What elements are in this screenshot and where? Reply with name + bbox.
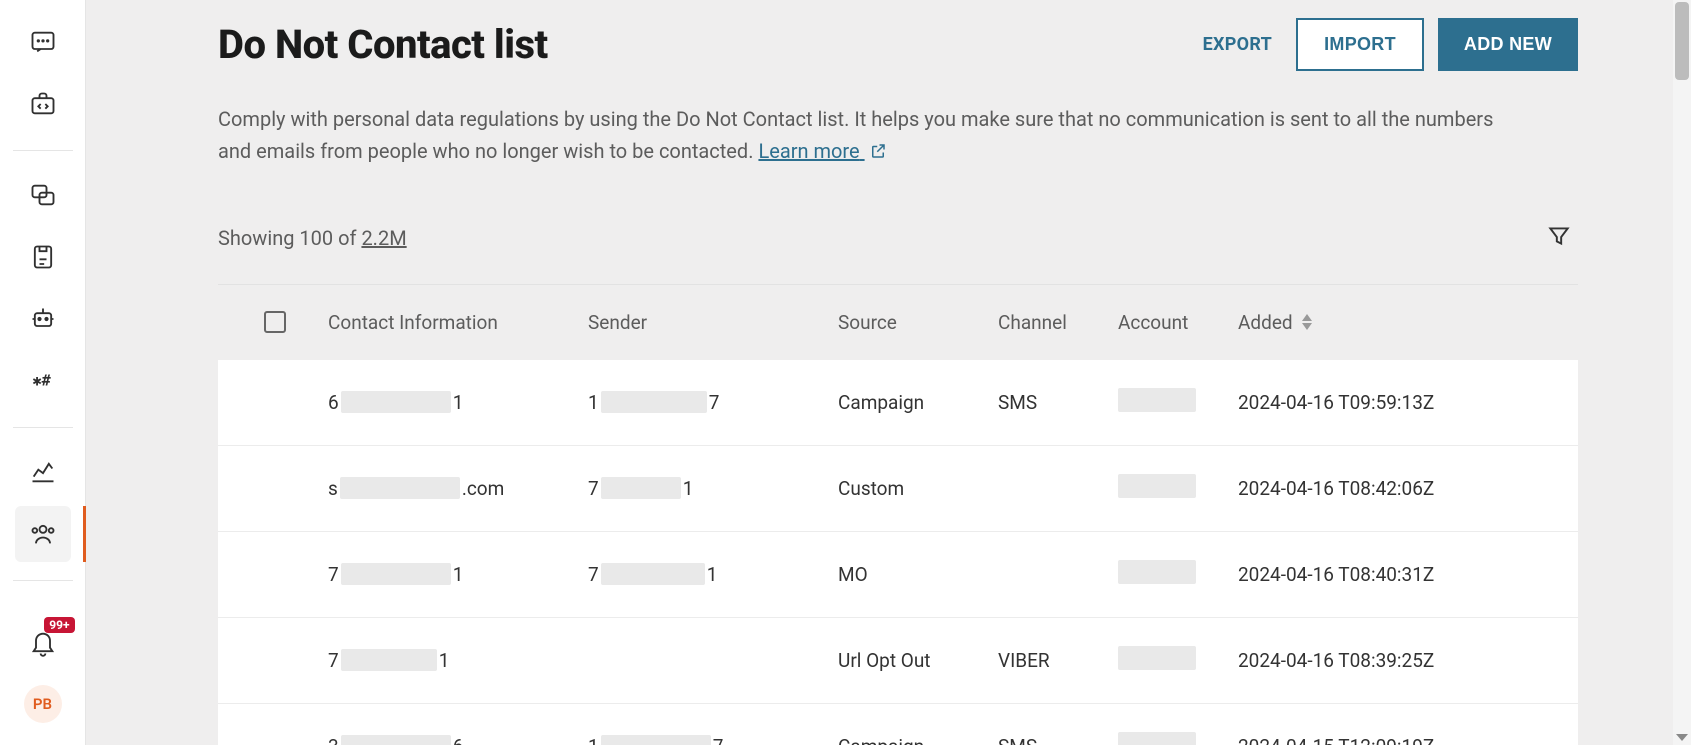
- sidebar-divider: [13, 150, 73, 151]
- page-title: Do Not Contact list: [218, 21, 548, 68]
- conversations-icon: [29, 181, 57, 209]
- external-link-icon: [869, 137, 887, 169]
- table-row[interactable]: s.com71Custom 2024-04-16 T08:42:06Z: [218, 446, 1578, 532]
- sidebar: ✱# 99+ PB: [0, 0, 86, 745]
- cell-sender: 71: [588, 563, 838, 586]
- cell-source: Campaign: [838, 391, 998, 414]
- sidebar-item-bot[interactable]: [15, 291, 71, 347]
- cell-channel: VIBER: [998, 649, 1118, 672]
- add-new-button[interactable]: ADD NEW: [1438, 18, 1578, 71]
- cell-added: 2024-04-16 T08:40:31Z: [1238, 563, 1538, 586]
- scrollbar-thumb[interactable]: [1675, 2, 1689, 80]
- th-channel[interactable]: Channel: [998, 311, 1118, 334]
- cell-account: [1118, 646, 1238, 675]
- sidebar-divider: [13, 427, 73, 428]
- cell-channel: SMS: [998, 735, 1118, 745]
- filter-icon: [1546, 223, 1572, 249]
- sort-icon: [1301, 314, 1313, 330]
- scrollbar-track[interactable]: [1673, 0, 1691, 745]
- scrollbar-arrow-down-icon[interactable]: [1676, 734, 1688, 741]
- total-count-link[interactable]: 2.2M: [361, 226, 406, 250]
- sidebar-item-analytics[interactable]: [15, 444, 71, 500]
- cell-contact-information: 36: [328, 735, 588, 745]
- table-row[interactable]: 3617CampaignSMS 2024-04-15 T12:09:19Z: [218, 704, 1578, 745]
- sidebar-item-people[interactable]: [15, 506, 71, 562]
- table-row[interactable]: 6117CampaignSMS 2024-04-16 T09:59:13Z: [218, 360, 1578, 446]
- cell-source: MO: [838, 563, 998, 586]
- regex-icon: ✱#: [29, 367, 57, 395]
- svg-text:✱#: ✱#: [32, 372, 51, 390]
- cell-sender: 71: [588, 477, 838, 500]
- dnc-table: Contact Information Sender Source Channe…: [218, 284, 1578, 745]
- briefcase-code-icon: [29, 90, 57, 118]
- bot-icon: [29, 305, 57, 333]
- bell-icon: [29, 629, 57, 657]
- table-body: 6117CampaignSMS2024-04-16 T09:59:13Zs.co…: [218, 360, 1578, 745]
- table-header: Contact Information Sender Source Channe…: [218, 285, 1578, 360]
- main-content: Do Not Contact list EXPORT IMPORT ADD NE…: [86, 0, 1691, 745]
- templates-icon: [29, 243, 57, 271]
- cell-account: [1118, 388, 1238, 417]
- import-button[interactable]: IMPORT: [1296, 18, 1424, 71]
- cell-sender: 17: [588, 735, 838, 745]
- cell-added: 2024-04-16 T08:39:25Z: [1238, 649, 1538, 672]
- result-count: Showing 100 of 2.2M: [218, 226, 407, 250]
- cell-channel: SMS: [998, 391, 1118, 414]
- sidebar-item-templates[interactable]: [15, 229, 71, 285]
- th-sender[interactable]: Sender: [588, 311, 838, 334]
- people-icon: [29, 520, 57, 548]
- message-icon: [29, 28, 57, 56]
- sidebar-item-code[interactable]: [15, 76, 71, 132]
- cell-added: 2024-04-16 T09:59:13Z: [1238, 391, 1538, 414]
- cell-added: 2024-04-16 T08:42:06Z: [1238, 477, 1538, 500]
- th-account[interactable]: Account: [1118, 311, 1238, 334]
- header-actions: EXPORT IMPORT ADD NEW: [1193, 18, 1578, 71]
- export-button[interactable]: EXPORT: [1193, 20, 1283, 69]
- sidebar-item-regex[interactable]: ✱#: [15, 353, 71, 409]
- th-contact[interactable]: Contact Information: [328, 311, 588, 334]
- cell-account: [1118, 732, 1238, 745]
- user-avatar[interactable]: PB: [24, 685, 62, 723]
- th-source[interactable]: Source: [838, 311, 998, 334]
- cell-contact-information: 61: [328, 391, 588, 414]
- filter-button[interactable]: [1540, 217, 1578, 260]
- cell-contact-information: 71: [328, 649, 588, 672]
- page-description: Comply with personal data regulations by…: [218, 103, 1498, 169]
- cell-contact-information: 71: [328, 563, 588, 586]
- notification-badge: 99+: [44, 617, 74, 633]
- table-row[interactable]: 71 Url Opt OutVIBER 2024-04-16 T08:39:25Z: [218, 618, 1578, 704]
- cell-source: Url Opt Out: [838, 649, 998, 672]
- cell-account: [1118, 560, 1238, 589]
- sidebar-item-conversations[interactable]: [15, 167, 71, 223]
- sidebar-item-messages[interactable]: [15, 14, 71, 70]
- th-added[interactable]: Added: [1238, 311, 1538, 334]
- table-row[interactable]: 7171MO2024-04-16 T08:40:31Z: [218, 532, 1578, 618]
- sidebar-divider: [13, 580, 73, 581]
- cell-account: [1118, 474, 1238, 503]
- learn-more-link[interactable]: Learn more: [758, 139, 886, 163]
- cell-contact-information: s.com: [328, 477, 588, 500]
- user-initials: PB: [33, 695, 52, 713]
- cell-source: Custom: [838, 477, 998, 500]
- cell-source: Campaign: [838, 735, 998, 745]
- chart-line-icon: [29, 458, 57, 486]
- notifications-button[interactable]: 99+: [29, 629, 57, 661]
- select-all-checkbox[interactable]: [264, 311, 286, 333]
- cell-added: 2024-04-15 T12:09:19Z: [1238, 735, 1538, 745]
- cell-sender: 17: [588, 391, 838, 414]
